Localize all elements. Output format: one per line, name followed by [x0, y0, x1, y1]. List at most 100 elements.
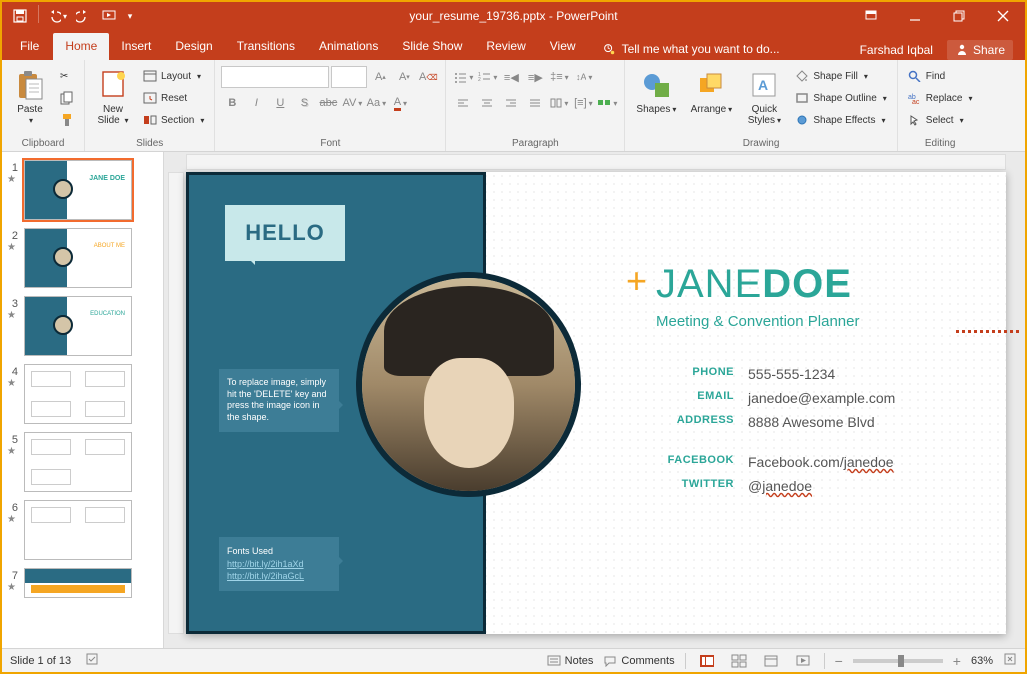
tab-design[interactable]: Design	[163, 33, 224, 60]
new-slide-button[interactable]: NewSlide ▾	[91, 66, 135, 128]
zoom-out-button[interactable]: −	[835, 653, 843, 669]
close-button[interactable]	[981, 2, 1025, 30]
comments-button[interactable]: Comments	[603, 655, 674, 667]
thumbnail-5[interactable]	[24, 432, 132, 492]
fonts-note[interactable]: Fonts Used http://bit.ly/2ih1aXd http://…	[219, 537, 339, 591]
role-text[interactable]: Meeting & Convention Planner	[656, 313, 970, 330]
main-area: 1★JANE DOE 2★ABOUT ME 3★EDUCATION 4★ 5★ …	[2, 152, 1025, 648]
line-spacing-button[interactable]: ‡≡▾	[548, 66, 570, 88]
undo-button[interactable]: ▾	[45, 5, 69, 27]
tab-slide-show[interactable]: Slide Show	[390, 33, 474, 60]
thumbnail-2[interactable]: ABOUT ME	[24, 228, 132, 288]
arrange-button[interactable]: Arrange▾	[685, 66, 737, 117]
instruction-note[interactable]: To replace image, simply hit the 'DELETE…	[219, 369, 339, 432]
font-link-1[interactable]: http://bit.ly/2ih1aXd	[227, 559, 304, 569]
notes-button[interactable]: Notes	[547, 655, 594, 667]
thumbnail-1[interactable]: JANE DOE	[24, 160, 132, 220]
spell-check-icon[interactable]	[85, 652, 99, 669]
increase-font-button[interactable]: A▴	[369, 66, 391, 88]
slideshow-view-button[interactable]	[792, 652, 814, 670]
replace-button[interactable]: abacReplace ▾	[904, 88, 977, 108]
align-right-button[interactable]	[500, 92, 522, 114]
fit-to-window-button[interactable]	[1003, 652, 1017, 669]
italic-button[interactable]: I	[245, 92, 267, 114]
tell-me-search[interactable]: Tell me what you want to do...	[596, 38, 786, 60]
decrease-font-button[interactable]: A▾	[393, 66, 415, 88]
bullets-button[interactable]: ▾	[452, 66, 474, 88]
qat-customize-button[interactable]: ▾	[123, 5, 137, 27]
strikethrough-button[interactable]: abc	[317, 92, 339, 114]
section-button[interactable]: Section ▾	[139, 110, 208, 130]
normal-view-button[interactable]	[696, 652, 718, 670]
minimize-button[interactable]	[893, 2, 937, 30]
align-left-button[interactable]	[452, 92, 474, 114]
thumbnail-4[interactable]	[24, 364, 132, 424]
social-block[interactable]: FacebookFacebook.com/janedoe Twitter@jan…	[656, 454, 970, 494]
shadow-button[interactable]: S	[293, 92, 315, 114]
smartart-button[interactable]: ▾	[596, 92, 618, 114]
font-color-button[interactable]: A▾	[389, 92, 411, 114]
zoom-in-button[interactable]: +	[953, 653, 961, 669]
thumbnail-6[interactable]	[24, 500, 132, 560]
copy-button[interactable]	[56, 88, 78, 108]
zoom-slider[interactable]	[853, 659, 943, 663]
slide-sorter-view-button[interactable]	[728, 652, 750, 670]
paste-button[interactable]: Paste▾	[8, 66, 52, 128]
tab-insert[interactable]: Insert	[109, 33, 163, 60]
slide-editor[interactable]: HELLO To replace image, simply hit the '…	[186, 172, 1006, 634]
format-painter-button[interactable]	[56, 110, 78, 130]
share-button[interactable]: Share	[947, 40, 1013, 60]
tab-file[interactable]: File	[6, 33, 53, 60]
columns-button[interactable]: ▾	[548, 92, 570, 114]
font-family-combo[interactable]	[221, 66, 329, 88]
increase-indent-button[interactable]: ≡▶	[524, 66, 546, 88]
bold-button[interactable]: B	[221, 92, 243, 114]
reset-button[interactable]: Reset	[139, 88, 208, 108]
name-heading[interactable]: JANEDOE	[656, 262, 970, 307]
align-center-button[interactable]	[476, 92, 498, 114]
thumbnail-panel[interactable]: 1★JANE DOE 2★ABOUT ME 3★EDUCATION 4★ 5★ …	[2, 152, 164, 648]
underline-button[interactable]: U	[269, 92, 291, 114]
thumbnail-7[interactable]	[24, 568, 132, 598]
reading-view-button[interactable]	[760, 652, 782, 670]
start-from-beginning-button[interactable]	[97, 5, 121, 27]
shape-outline-button[interactable]: Shape Outline ▾	[791, 88, 890, 108]
tab-home[interactable]: Home	[53, 33, 109, 60]
tab-review[interactable]: Review	[474, 33, 537, 60]
horizontal-ruler[interactable]	[186, 154, 1006, 170]
font-size-combo[interactable]	[331, 66, 367, 88]
slide-indicator[interactable]: Slide 1 of 13	[10, 655, 71, 667]
thumbnail-3[interactable]: EDUCATION	[24, 296, 132, 356]
save-button[interactable]	[8, 5, 32, 27]
hello-speech-bubble[interactable]: HELLO	[225, 205, 345, 261]
restore-button[interactable]	[937, 2, 981, 30]
user-name[interactable]: Farshad Iqbal	[860, 43, 933, 57]
slide-canvas[interactable]: HELLO To replace image, simply hit the '…	[164, 152, 1025, 648]
shapes-button[interactable]: Shapes▾	[631, 66, 681, 117]
shape-effects-button[interactable]: Shape Effects ▾	[791, 110, 890, 130]
find-button[interactable]: Find	[904, 66, 977, 86]
font-link-2[interactable]: http://bit.ly/2ihaGcL	[227, 571, 304, 581]
clear-formatting-button[interactable]: A⌫	[417, 66, 439, 88]
tab-animations[interactable]: Animations	[307, 33, 390, 60]
change-case-button[interactable]: Aa▾	[365, 92, 387, 114]
select-button[interactable]: Select ▾	[904, 110, 977, 130]
quick-styles-button[interactable]: A QuickStyles▾	[741, 66, 787, 128]
character-spacing-button[interactable]: AV▾	[341, 92, 363, 114]
shape-fill-button[interactable]: Shape Fill ▾	[791, 66, 890, 86]
decrease-indent-button[interactable]: ≡◀	[500, 66, 522, 88]
tab-view[interactable]: View	[538, 33, 588, 60]
tab-transitions[interactable]: Transitions	[225, 33, 307, 60]
cut-button[interactable]: ✂	[56, 66, 78, 86]
redo-button[interactable]	[71, 5, 95, 27]
contact-block[interactable]: Phone555-555-1234 Emailjanedoe@example.c…	[656, 366, 970, 430]
vertical-ruler[interactable]	[168, 172, 184, 634]
slide-right-panel[interactable]: JANEDOE Meeting & Convention Planner Pho…	[486, 172, 1006, 634]
zoom-level[interactable]: 63%	[971, 655, 993, 667]
layout-button[interactable]: Layout ▾	[139, 66, 208, 86]
text-direction-button[interactable]: ↕A▾	[572, 66, 594, 88]
align-text-button[interactable]: [≡]▾	[572, 92, 594, 114]
numbering-button[interactable]: 12▾	[476, 66, 498, 88]
justify-button[interactable]	[524, 92, 546, 114]
ribbon-options-button[interactable]	[849, 2, 893, 30]
